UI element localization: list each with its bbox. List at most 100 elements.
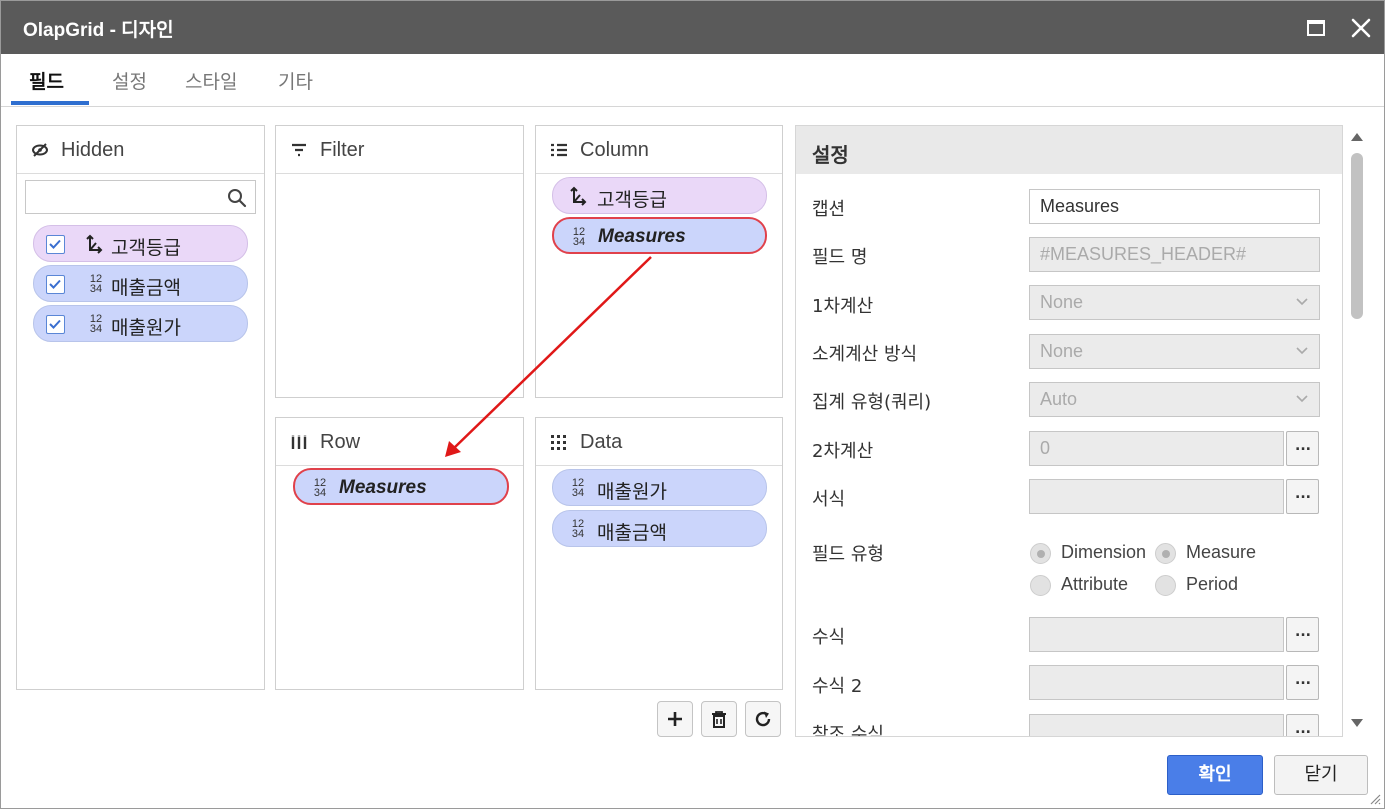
row-panel-header: Row — [276, 418, 523, 466]
tab-style[interactable]: 스타일 — [185, 67, 237, 94]
column-panel-header: Column — [536, 126, 782, 174]
subtotal-method-label: 소계계산 방식 — [812, 344, 918, 365]
formula-label: 수식 — [812, 627, 846, 648]
ref-formula-ellipsis-button[interactable]: ... — [1286, 714, 1319, 736]
refresh-icon — [755, 711, 771, 727]
hidden-panel: Hidden 고객등급 12 34 매출금액 12 34 매출원가 — [16, 125, 265, 690]
close-icon — [1351, 18, 1371, 38]
data-item-cost-of-sales[interactable]: 12 34 매출원가 — [552, 469, 767, 506]
format-input[interactable] — [1029, 479, 1284, 514]
settings-title: 설정 — [812, 143, 849, 167]
numeric-icon-bottom: 34 — [313, 487, 327, 499]
scroll-up-icon[interactable] — [1349, 131, 1365, 143]
checkbox-cost-of-sales[interactable] — [46, 315, 65, 334]
second-calc-value: 0 — [1040, 438, 1051, 458]
chevron-down-icon — [1296, 347, 1308, 355]
close-button[interactable] — [1349, 16, 1373, 40]
filter-panel[interactable]: Filter — [275, 125, 524, 398]
tab-bar: 필드 설정 스타일 기타 — [1, 54, 1384, 107]
chip-label: 매출금액 — [597, 522, 667, 544]
row-panel[interactable]: Row 12 34 Measures — [275, 417, 524, 690]
numeric-icon: 12 34 — [310, 478, 330, 499]
hidden-panel-title: Hidden — [61, 139, 125, 161]
radio-label: Measure — [1186, 542, 1257, 562]
scrollbar-thumb[interactable] — [1351, 153, 1363, 319]
aggregation-type-select[interactable]: Auto — [1029, 382, 1320, 417]
data-panel-title: Data — [580, 431, 623, 453]
numeric-icon: 12 34 — [568, 478, 588, 499]
format-label: 서식 — [812, 489, 846, 510]
first-calc-select[interactable]: None — [1029, 285, 1320, 320]
radio-circle — [1030, 543, 1051, 564]
caption-label: 캡션 — [812, 199, 846, 220]
maximize-button[interactable] — [1304, 16, 1328, 40]
chip-label: 고객등급 — [597, 189, 667, 211]
hidden-search-input[interactable] — [25, 180, 256, 214]
plus-icon — [668, 712, 682, 726]
hierarchy-icon — [86, 234, 103, 254]
formula-ellipsis-button[interactable]: ... — [1286, 617, 1319, 652]
column-panel[interactable]: Column 고객등급 12 34 Measures — [535, 125, 783, 398]
subtotal-method-value: None — [1040, 341, 1084, 361]
close-dialog-button[interactable]: 닫기 — [1274, 755, 1368, 795]
subtotal-method-select[interactable]: None — [1029, 334, 1320, 369]
radio-circle — [1030, 575, 1051, 596]
filter-panel-title: Filter — [320, 139, 365, 161]
radio-label: Attribute — [1061, 574, 1129, 594]
filter-icon — [292, 143, 306, 157]
data-item-sales-amount[interactable]: 12 34 매출금액 — [552, 510, 767, 547]
chevron-down-icon — [1296, 298, 1308, 306]
column-item-measures[interactable]: 12 34 Measures — [552, 217, 767, 254]
hidden-panel-header: Hidden — [17, 126, 264, 174]
hidden-item-cost-of-sales[interactable]: 12 34 매출원가 — [33, 305, 248, 342]
title-bar[interactable]: OlapGrid - 디자인 — [1, 1, 1384, 54]
tab-fields[interactable]: 필드 — [29, 67, 64, 94]
row-item-measures[interactable]: 12 34 Measures — [293, 468, 509, 505]
radio-label: Period — [1186, 574, 1239, 594]
filter-panel-header: Filter — [276, 126, 523, 174]
active-tab-indicator — [11, 101, 89, 105]
second-calc-ellipsis-button[interactable]: ... — [1286, 431, 1319, 466]
check-icon — [49, 239, 61, 249]
formula-input[interactable] — [1029, 617, 1284, 652]
formula2-input[interactable] — [1029, 665, 1284, 700]
chip-label: 고객등급 — [111, 237, 181, 259]
field-name-input: #MEASURES_HEADER# — [1029, 237, 1320, 272]
tab-etc[interactable]: 기타 — [278, 67, 313, 94]
caption-value: Measures — [1040, 196, 1120, 216]
checkbox-sales-amount[interactable] — [46, 275, 65, 294]
add-button[interactable] — [657, 701, 693, 737]
scroll-down-icon[interactable] — [1349, 717, 1365, 729]
field-name-value: #MEASURES_HEADER# — [1040, 244, 1247, 264]
format-ellipsis-button[interactable]: ... — [1286, 479, 1319, 514]
numeric-icon: 12 34 — [569, 227, 589, 248]
resize-grip-icon[interactable] — [1367, 791, 1381, 805]
window-title: OlapGrid - 디자인 — [23, 20, 174, 41]
numeric-icon-bottom: 34 — [571, 528, 585, 540]
radio-label: Dimension — [1061, 542, 1147, 562]
delete-button[interactable] — [701, 701, 737, 737]
field-name-label: 필드 명 — [812, 247, 868, 268]
formula2-ellipsis-button[interactable]: ... — [1286, 665, 1319, 700]
ref-formula-input[interactable] — [1029, 714, 1284, 736]
hidden-item-customer-grade[interactable]: 고객등급 — [33, 225, 248, 262]
second-calc-input[interactable]: 0 — [1029, 431, 1284, 466]
data-panel[interactable]: Data 12 34 매출원가 12 34 매출금액 — [535, 417, 783, 690]
check-icon — [49, 279, 61, 289]
search-icon[interactable] — [227, 188, 247, 208]
settings-scrollbar[interactable] — [1345, 125, 1369, 737]
checkbox-customer-grade[interactable] — [46, 235, 65, 254]
settings-header: 설정 — [796, 126, 1342, 174]
row-panel-title: Row — [320, 431, 361, 453]
column-item-customer-grade[interactable]: 고객등급 — [552, 177, 767, 214]
tab-settings[interactable]: 설정 — [112, 67, 147, 94]
caption-input[interactable]: Measures — [1029, 189, 1320, 224]
chip-label: Measures — [339, 477, 427, 498]
hidden-item-sales-amount[interactable]: 12 34 매출금액 — [33, 265, 248, 302]
chip-label: 매출금액 — [111, 277, 181, 299]
ok-button[interactable]: 확인 — [1167, 755, 1263, 795]
numeric-icon-bottom: 34 — [571, 487, 585, 499]
columns-icon — [291, 435, 307, 449]
chip-label: Measures — [598, 226, 686, 247]
refresh-button[interactable] — [745, 701, 781, 737]
